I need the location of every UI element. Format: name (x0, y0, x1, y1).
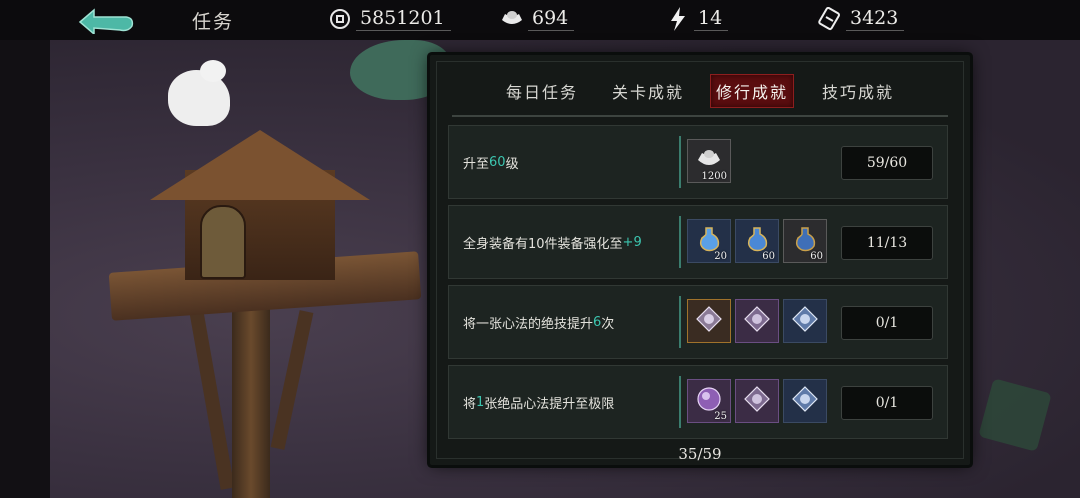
desc-highlight: 1 (476, 394, 485, 410)
tickets-counter: 3423 (818, 4, 905, 34)
tab-stage[interactable]: 关卡成就 (612, 79, 684, 103)
back-button[interactable] (76, 6, 138, 36)
desc-text: 将 (463, 396, 477, 412)
gem-crystal-icon (792, 386, 818, 412)
task-description: 全身装备有10件装备强化至 +9 (463, 206, 642, 278)
reward-item[interactable] (783, 299, 827, 343)
completion-count: 35/59 (678, 445, 722, 463)
row-divider (679, 216, 681, 268)
reward-item[interactable] (687, 299, 731, 343)
tickets-value: 3423 (846, 7, 905, 31)
task-row: 将 1 张绝品心法提升至极限 25 0/1 (448, 365, 948, 439)
achievement-panel: 每日任务 关卡成就 修行成就 技巧成就 升至 60 级 1200 59/60 全身装… (430, 55, 970, 465)
task-description: 升至 60 级 (463, 126, 519, 198)
white-dove-head (200, 60, 226, 82)
desc-text: 级 (505, 156, 519, 172)
row-divider (679, 376, 681, 428)
task-progress: 0/1 (841, 306, 933, 340)
reward-quantity: 60 (762, 251, 775, 262)
birdhouse-door (200, 205, 246, 279)
desc-highlight: +9 (622, 234, 642, 250)
desc-text: 升至 (463, 156, 490, 172)
potion-flask-icon (699, 227, 720, 252)
potion-flask-icon (795, 227, 816, 252)
coin-icon (328, 7, 352, 31)
gem-crystal-icon (792, 306, 818, 332)
row-divider (679, 136, 681, 188)
top-bar: 任务 5851201 694 14 3423 (0, 0, 1080, 40)
reward-quantity: 20 (714, 251, 727, 262)
desc-highlight: 60 (489, 154, 506, 170)
tab-bar: 每日任务 关卡成就 修行成就 技巧成就 (430, 55, 970, 113)
silver-ingot-icon (500, 7, 524, 31)
reward-item[interactable] (735, 299, 779, 343)
reward-item[interactable]: 25 (687, 379, 731, 423)
tab-daily[interactable]: 每日任务 (506, 79, 578, 103)
reward-item[interactable]: 60 (783, 219, 827, 263)
desc-highlight: 6 (593, 314, 602, 330)
task-description: 将一张心法的绝技提升 6 次 (463, 286, 614, 358)
energy-counter: 14 (666, 4, 729, 34)
reward-quantity: 1200 (701, 171, 727, 182)
silver-value: 694 (528, 7, 575, 31)
task-row: 升至 60 级 1200 59/60 (448, 125, 948, 199)
background-edge (0, 40, 50, 498)
ticket-icon (818, 7, 842, 31)
desc-text: 张绝品心法提升至极限 (484, 396, 615, 412)
reward-item[interactable]: 20 (687, 219, 731, 263)
reward-item[interactable]: 60 (735, 219, 779, 263)
birdhouse-roof (150, 130, 370, 200)
task-progress: 59/60 (841, 146, 933, 180)
task-row: 将一张心法的绝技提升 6 次 0/1 (448, 285, 948, 359)
reward-item[interactable] (735, 379, 779, 423)
reward-item[interactable] (783, 379, 827, 423)
desc-text: 将一张心法的绝技提升 (463, 316, 594, 332)
energy-value: 14 (694, 7, 729, 31)
lightning-icon (666, 7, 690, 31)
orb-icon (697, 387, 721, 411)
task-row: 全身装备有10件装备强化至 +9 20 60 60 11/13 (448, 205, 948, 279)
reward-quantity: 60 (810, 251, 823, 262)
potion-flask-icon (747, 227, 768, 252)
coins-value: 5851201 (356, 7, 451, 31)
silver-ingot-icon (698, 150, 720, 165)
gem-crystal-icon (744, 306, 770, 332)
task-description: 将 1 张绝品心法提升至极限 (463, 366, 614, 438)
back-arrow-icon (78, 8, 134, 36)
birdhouse-pole (232, 300, 270, 498)
tab-skill[interactable]: 技巧成就 (822, 79, 894, 103)
gem-crystal-icon (744, 386, 770, 412)
desc-text: 次 (601, 316, 615, 332)
silver-counter: 694 (500, 4, 575, 34)
gem-crystal-icon (696, 306, 722, 332)
task-progress: 11/13 (841, 226, 933, 260)
coins-counter: 5851201 (328, 4, 451, 34)
row-divider (679, 296, 681, 348)
desc-text: 全身装备有10件装备强化至 (463, 236, 623, 252)
tab-divider (452, 115, 948, 117)
page-title: 任务 (192, 11, 235, 33)
task-progress: 0/1 (841, 386, 933, 420)
reward-quantity: 25 (714, 411, 727, 422)
reward-item[interactable]: 1200 (687, 139, 731, 183)
tab-cultivation[interactable]: 修行成就 (716, 79, 788, 103)
